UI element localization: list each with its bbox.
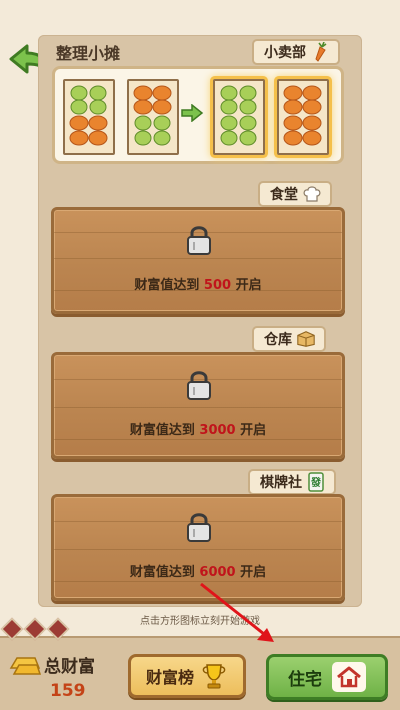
crate-carrots-sorted[interactable] (277, 79, 329, 155)
lock-icon (187, 226, 211, 255)
warehouse-unlock-value: 3000 (199, 423, 236, 438)
home-label: 住宅 (288, 669, 322, 690)
decoration-diamonds (0, 617, 70, 641)
canteen-unlock-text: 财富值达到 500 开启 (134, 278, 262, 293)
warehouse-unlock-text: 财富值达到 3000 开启 (129, 423, 267, 438)
chess-room-label: 棋牌社 (260, 475, 302, 491)
page-title: 整理小摊 (56, 44, 121, 63)
crate-mixed-right[interactable] (127, 79, 179, 155)
right-arrow-icon (181, 104, 204, 122)
tag-canteen: 食堂 (258, 181, 332, 207)
crate-pears-sorted[interactable] (213, 79, 265, 155)
game-screen: 整理小摊 小卖部 食堂 财富值达到 500 开启 仓库 财富值达到 3000 开… (0, 0, 400, 710)
snack-stall-label: 小卖部 (264, 45, 306, 61)
tag-warehouse: 仓库 (252, 326, 326, 352)
tag-chess-room: 棋牌社 發 (248, 469, 336, 495)
lock-icon (187, 513, 211, 542)
canteen-locked-card[interactable]: 财富值达到 500 开启 (51, 207, 345, 314)
lock-icon (187, 371, 211, 400)
trophy-icon (202, 664, 226, 689)
wealth-label: 总财富 (44, 657, 95, 677)
tag-snack-stall: 小卖部 (252, 39, 340, 65)
box-icon (296, 329, 316, 349)
wealth-value: 159 (50, 681, 86, 701)
home-button[interactable]: 住宅 (266, 654, 388, 700)
carrot-icon (310, 42, 330, 62)
pear-icon (220, 85, 257, 146)
wealth-ranking-label: 财富榜 (145, 668, 194, 687)
canteen-label: 食堂 (270, 187, 298, 203)
carrot-icon (283, 85, 322, 146)
pointer-arrow-icon (200, 582, 274, 642)
gold-bar-icon (9, 657, 42, 675)
mixed-produce-icon (133, 85, 172, 146)
wealth-ranking-button[interactable]: 财富榜 (128, 654, 246, 698)
house-icon (332, 662, 366, 692)
chef-hat-icon (302, 184, 322, 204)
canteen-unlock-value: 500 (203, 278, 232, 293)
warehouse-label: 仓库 (264, 332, 292, 348)
mahjong-icon: 發 (306, 472, 326, 492)
svg-text:發: 發 (310, 476, 321, 489)
crate-mixed-left[interactable] (63, 79, 115, 155)
warehouse-locked-card[interactable]: 财富值达到 3000 开启 (51, 352, 345, 459)
mixed-produce-icon (69, 85, 108, 146)
